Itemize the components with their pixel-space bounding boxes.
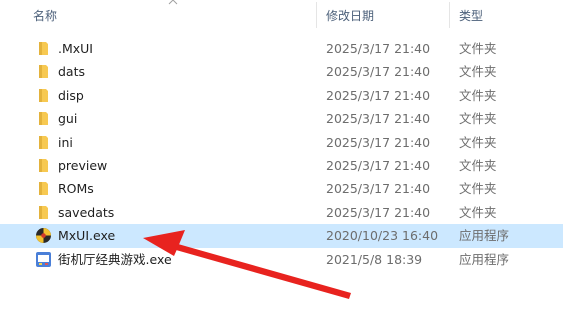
column-header-bar: 名称 修改日期 类型 (0, 0, 563, 32)
file-type: 文件夹 (459, 157, 497, 173)
file-name: 街机厅经典游戏.exe (58, 251, 172, 267)
file-type: 文件夹 (459, 204, 497, 220)
column-header-type[interactable]: 类型 (450, 0, 563, 32)
file-type: 应用程序 (459, 251, 510, 267)
file-row[interactable]: .MxUI 2025/3/17 21:40 文件夹 (0, 37, 563, 60)
folder-icon (35, 134, 52, 151)
file-name: preview (58, 157, 108, 173)
file-row[interactable]: ini 2025/3/17 21:40 文件夹 (0, 131, 563, 154)
file-date: 2025/3/17 21:40 (326, 157, 431, 173)
file-row[interactable]: ROMs 2025/3/17 21:40 文件夹 (0, 177, 563, 200)
file-type: 文件夹 (459, 134, 497, 150)
file-type: 文件夹 (459, 111, 497, 127)
mxui-app-icon (35, 227, 52, 244)
arcade-app-icon (35, 251, 52, 268)
file-date: 2020/10/23 16:40 (326, 228, 439, 244)
folder-icon (35, 157, 52, 174)
file-row[interactable]: disp 2025/3/17 21:40 文件夹 (0, 84, 563, 107)
file-row[interactable]: savedats 2025/3/17 21:40 文件夹 (0, 201, 563, 224)
file-type: 文件夹 (459, 41, 497, 56)
file-explorer-view: 名称 修改日期 类型 .MxUI 2025/3/17 21:40 文件夹 dats 20… (0, 0, 563, 311)
file-name: MxUI.exe (58, 228, 116, 244)
folder-icon (35, 110, 52, 127)
file-type: 文件夹 (459, 87, 497, 103)
folder-icon (35, 204, 52, 221)
file-name: .MxUI (58, 41, 93, 56)
file-date: 2025/3/17 21:40 (326, 204, 431, 220)
file-row[interactable]: preview 2025/3/17 21:40 文件夹 (0, 154, 563, 177)
folder-icon (35, 87, 52, 104)
file-list: .MxUI 2025/3/17 21:40 文件夹 dats 2025/3/17 21:… (0, 37, 563, 271)
file-row[interactable]: dats 2025/3/17 21:40 文件夹 (0, 60, 563, 83)
file-date: 2025/3/17 21:40 (326, 134, 431, 150)
file-date: 2025/3/17 21:40 (326, 111, 431, 127)
file-row[interactable]: MxUI.exe 2020/10/23 16:40 应用程序 (0, 224, 563, 248)
folder-icon (35, 180, 52, 197)
folder-icon (35, 40, 52, 57)
file-row[interactable]: gui 2025/3/17 21:40 文件夹 (0, 107, 563, 130)
file-date: 2025/3/17 21:40 (326, 181, 431, 197)
file-name: ROMs (58, 181, 94, 197)
file-name: disp (58, 87, 84, 103)
column-header-type-label: 类型 (459, 9, 484, 23)
folder-icon (35, 63, 52, 80)
file-name: gui (58, 111, 78, 127)
column-header-name-label: 名称 (33, 9, 58, 23)
column-header-date-label: 修改日期 (326, 9, 375, 23)
file-date: 2021/5/8 18:39 (326, 251, 423, 267)
file-type: 文件夹 (459, 64, 497, 80)
column-header-date[interactable]: 修改日期 (317, 0, 450, 32)
file-date: 2025/3/17 21:40 (326, 87, 431, 103)
file-date: 2025/3/17 21:40 (326, 41, 431, 56)
column-header-name[interactable]: 名称 (0, 0, 317, 32)
file-type: 文件夹 (459, 181, 497, 197)
file-type: 应用程序 (459, 228, 510, 244)
file-row[interactable]: 街机厅经典游戏.exe 2021/5/8 18:39 应用程序 (0, 248, 563, 271)
file-name: ini (58, 134, 73, 150)
file-date: 2025/3/17 21:40 (326, 64, 431, 80)
file-name: savedats (58, 204, 115, 220)
file-name: dats (58, 64, 86, 80)
